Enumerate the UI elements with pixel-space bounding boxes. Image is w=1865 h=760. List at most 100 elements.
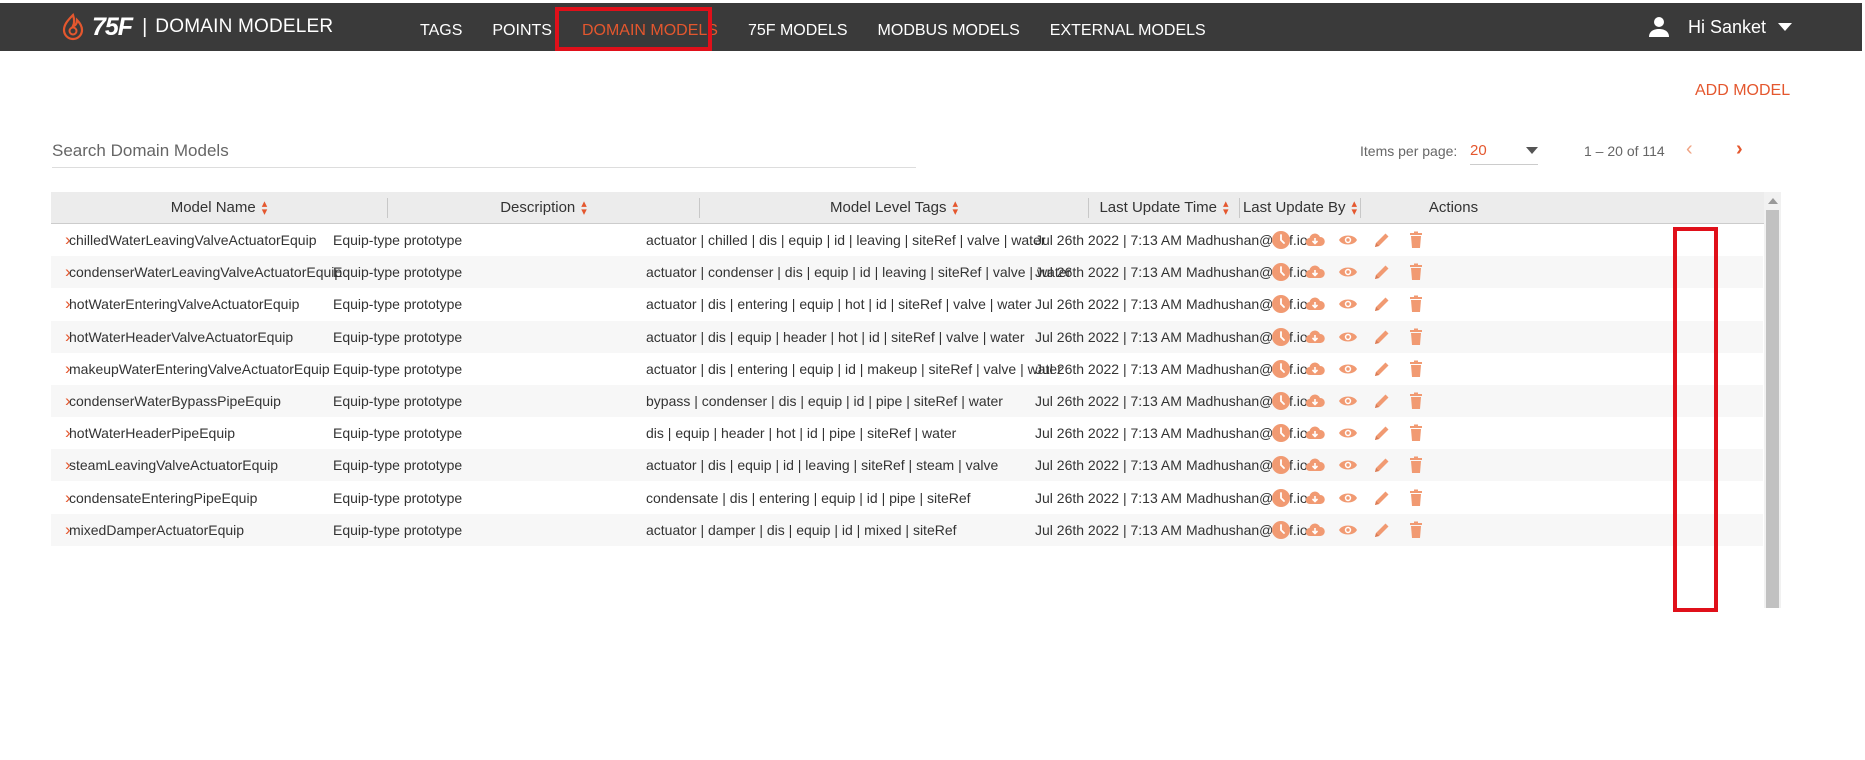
cloud-download-icon[interactable] [1305,423,1325,443]
scrollbar-thumb[interactable] [1766,210,1779,608]
trash-icon[interactable] [1406,262,1426,282]
cell-model-name[interactable]: steamLeavingValveActuatorEquip [69,449,278,481]
trash-icon[interactable] [1406,488,1426,508]
pencil-icon[interactable] [1372,327,1392,347]
nav-modbus-models[interactable]: MODBUS MODELS [863,3,1035,51]
pencil-icon[interactable] [1372,520,1392,540]
trash-icon[interactable] [1406,520,1426,540]
history-icon[interactable] [1271,294,1291,314]
trash-icon[interactable] [1406,294,1426,314]
main-nav: TAGS POINTS DOMAIN MODELS 75F MODELS MOD… [405,3,1221,51]
items-per-page-select[interactable]: 20 [1470,138,1538,165]
eye-icon[interactable] [1338,423,1358,443]
cell-description: Equip-type prototype [333,521,463,538]
cloud-download-icon[interactable] [1305,262,1325,282]
cell-model-name[interactable]: condenserWaterLeavingValveActuatorEquip [69,256,342,288]
header-last-update-by[interactable]: Last Update By ▴ ▾ [1240,192,1360,223]
history-icon[interactable] [1271,455,1291,475]
pencil-icon[interactable] [1372,359,1392,379]
cell-description: Equip-type prototype [333,489,463,506]
vertical-scrollbar[interactable] [1764,192,1781,608]
trash-icon[interactable] [1406,391,1426,411]
sort-icon: ▴ ▾ [952,198,958,219]
eye-icon[interactable] [1338,520,1358,540]
history-icon[interactable] [1271,327,1291,347]
cell-model-name[interactable]: hotWaterHeaderValveActuatorEquip [69,321,293,353]
pencil-icon[interactable] [1372,262,1392,282]
table-row[interactable]: › chilledWaterLeavingValveActuatorEquip Eq… [51,224,1763,256]
eye-icon[interactable] [1338,327,1358,347]
sort-icon: ▴ ▾ [261,198,268,219]
trash-icon[interactable] [1406,359,1426,379]
pencil-icon[interactable] [1372,455,1392,475]
eye-icon[interactable] [1338,262,1358,282]
table-row[interactable]: › hotWaterHeaderPipeEquip Equip-type proto… [51,417,1763,449]
trash-icon[interactable] [1406,455,1426,475]
table-row[interactable]: › hotWaterEnteringValveActuatorEquip Equip… [51,288,1763,320]
add-model-button[interactable]: ADD MODEL [1695,82,1790,100]
eye-icon[interactable] [1338,455,1358,475]
cloud-download-icon[interactable] [1305,391,1325,411]
cell-model-level-tags: bypass | condenser | dis | equip | id | … [646,393,1003,409]
nav-75f-models[interactable]: 75F MODELS [733,3,863,51]
eye-icon[interactable] [1338,391,1358,411]
cell-model-name[interactable]: chilledWaterLeavingValveActuatorEquip [69,224,316,256]
history-icon[interactable] [1271,488,1291,508]
nav-external-models[interactable]: EXTERNAL MODELS [1035,3,1221,51]
cloud-download-icon[interactable] [1305,230,1325,250]
eye-icon[interactable] [1338,488,1358,508]
cell-model-name[interactable]: hotWaterHeaderPipeEquip [69,417,235,449]
table-row[interactable]: › hotWaterHeaderValveActuatorEquip Equip-t… [51,320,1763,353]
cell-description: Equip-type prototype [333,457,463,474]
header-model-level-tags[interactable]: Model Level Tags ▴ ▾ [700,192,1088,223]
table-row[interactable]: › condenserWaterLeavingValveActuatorEquip… [51,256,1763,289]
next-page-button[interactable]: › [1736,138,1743,161]
items-per-page-value: 20 [1470,142,1487,159]
history-icon[interactable] [1271,423,1291,443]
table-row[interactable]: › condensateEnteringPipeEquip Equip-type p… [51,482,1763,514]
nav-tags[interactable]: TAGS [405,3,477,51]
table-row[interactable]: › steamLeavingValveActuatorEquip Equip-typ… [51,449,1763,482]
trash-icon[interactable] [1406,230,1426,250]
cell-model-name[interactable]: makeupWaterEnteringValveActuatorEquip [69,353,330,385]
pencil-icon[interactable] [1372,294,1392,314]
history-icon[interactable] [1271,391,1291,411]
history-icon[interactable] [1271,262,1291,282]
cloud-download-icon[interactable] [1305,520,1325,540]
cloud-download-icon[interactable] [1305,327,1325,347]
history-icon[interactable] [1271,520,1291,540]
cell-model-name[interactable]: mixedDamperActuatorEquip [69,514,244,546]
eye-icon[interactable] [1338,230,1358,250]
scroll-up-icon[interactable] [1768,198,1778,204]
nav-points[interactable]: POINTS [477,3,567,51]
pencil-icon[interactable] [1372,391,1392,411]
table-row[interactable]: › condenserWaterBypassPipeEquip Equip-type… [51,385,1763,417]
cell-model-name[interactable]: condensateEnteringPipeEquip [69,482,257,514]
user-menu[interactable]: Hi Sanket [1648,3,1792,51]
eye-icon[interactable] [1338,359,1358,379]
eye-icon[interactable] [1338,294,1358,314]
header-model-name[interactable]: Model Name ▴ ▾ [51,192,387,223]
cloud-download-icon[interactable] [1305,455,1325,475]
prev-page-button[interactable]: ‹ [1686,138,1693,161]
caret-down-icon [1778,23,1792,31]
search-input[interactable] [52,135,916,168]
trash-icon[interactable] [1406,423,1426,443]
history-icon[interactable] [1271,359,1291,379]
brand[interactable]: 75F | DOMAIN MODELER [58,3,333,51]
header-description[interactable]: Description ▴ ▾ [388,192,699,223]
pencil-icon[interactable] [1372,230,1392,250]
trash-icon[interactable] [1406,327,1426,347]
cell-model-name[interactable]: hotWaterEnteringValveActuatorEquip [69,288,299,320]
pencil-icon[interactable] [1372,423,1392,443]
cloud-download-icon[interactable] [1305,359,1325,379]
header-actions: Actions [1428,199,1479,216]
history-icon[interactable] [1271,230,1291,250]
table-row[interactable]: › makeupWaterEnteringValveActuatorEquip Eq… [51,353,1763,385]
cloud-download-icon[interactable] [1305,294,1325,314]
table-row[interactable]: › mixedDamperActuatorEquip Equip-type prot… [51,513,1763,546]
cell-model-name[interactable]: condenserWaterBypassPipeEquip [69,385,281,417]
header-last-update-time[interactable]: Last Update Time ▴ ▾ [1089,192,1239,223]
pencil-icon[interactable] [1372,488,1392,508]
cloud-download-icon[interactable] [1305,488,1325,508]
